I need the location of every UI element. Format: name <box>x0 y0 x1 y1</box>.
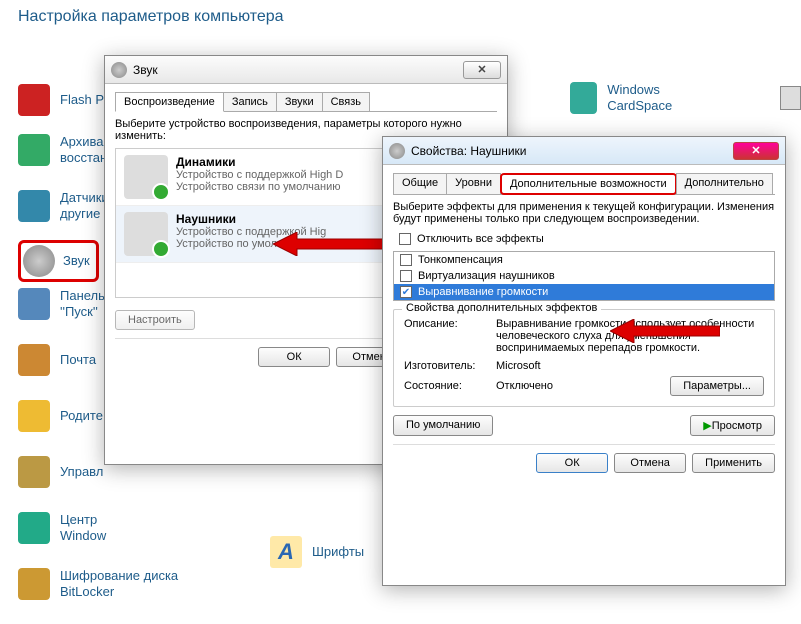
sound-icon <box>23 245 55 277</box>
group-legend: Свойства дополнительных эффектов <box>402 302 601 314</box>
props-apply-button[interactable]: Применить <box>692 453 775 473</box>
cp-flash[interactable]: Flash P <box>60 92 104 108</box>
cp-parental[interactable]: Родите <box>60 408 103 424</box>
flash-icon <box>18 84 50 116</box>
state-text: Отключено <box>496 380 553 392</box>
action-center-icon <box>18 512 50 544</box>
maker-text: Microsoft <box>496 360 541 372</box>
tab-playback[interactable]: Воспроизведение <box>115 92 224 112</box>
cp-cardspace-row[interactable]: Windows CardSpace <box>570 82 801 114</box>
manage-icon <box>18 456 50 488</box>
tab-record[interactable]: Запись <box>223 92 277 111</box>
sound-dialog-title: Звук <box>133 63 158 77</box>
cp-fonts: Шрифты <box>312 544 364 560</box>
maker-label: Изготовитель: <box>404 360 488 372</box>
sensors-icon <box>18 190 50 222</box>
effect-virtualization[interactable]: Виртуализация наушников <box>394 268 774 284</box>
props-cancel-button[interactable]: Отмена <box>614 453 686 473</box>
tab-sounds[interactable]: Звуки <box>276 92 323 111</box>
backup-icon <box>18 134 50 166</box>
cp-manage[interactable]: Управл <box>60 464 103 480</box>
props-icon <box>389 143 405 159</box>
cp-sensors[interactable]: Датчикидругие <box>60 190 109 221</box>
props-default-button[interactable]: По умолчанию <box>393 415 493 436</box>
fonts-icon: A <box>270 536 302 568</box>
tab-levels[interactable]: Уровни <box>446 173 501 194</box>
props-instruction: Выберите эффекты для применения к текуще… <box>393 201 775 225</box>
checkbox-icon <box>399 233 411 245</box>
properties-dialog: Свойства: Наушники ✕ Общие Уровни Дополн… <box>382 136 786 586</box>
cp-backup[interactable]: Архивавосстан <box>60 134 107 165</box>
effect-tone[interactable]: Тонкомпенсация <box>394 252 774 268</box>
props-title: Свойства: Наушники <box>411 144 526 158</box>
cp-sound: Звук <box>63 253 90 269</box>
preview-button[interactable]: ▶Просмотр <box>690 415 775 436</box>
tab-comm[interactable]: Связь <box>322 92 370 111</box>
props-ok-button[interactable]: ОК <box>536 453 608 473</box>
cp-cardspace: Windows CardSpace <box>607 82 710 113</box>
configure-button[interactable]: Настроить <box>115 310 195 330</box>
desc-label: Описание: <box>404 318 488 354</box>
taskbar-icon <box>18 288 50 320</box>
cp-sound-row[interactable]: Звук <box>18 240 99 282</box>
effects-list[interactable]: Тонкомпенсация Виртуализация наушников ✔… <box>393 251 775 301</box>
arrow-to-headphones <box>273 232 383 256</box>
sound-ok-button[interactable]: ОК <box>258 347 330 367</box>
cardspace-icon <box>570 82 597 114</box>
disable-all-effects[interactable]: Отключить все эффекты <box>393 231 775 247</box>
page-title: Настройка параметров компьютера <box>18 8 284 26</box>
bitlocker-icon <box>18 568 50 600</box>
restore-icon <box>780 86 801 110</box>
sound-close-button[interactable]: ✕ <box>463 61 501 79</box>
parameters-button[interactable]: Параметры... <box>670 376 764 396</box>
tab-general[interactable]: Общие <box>393 173 447 194</box>
arrow-to-loudness <box>610 319 720 343</box>
sound-tabs: Воспроизведение Запись Звуки Связь <box>115 92 497 112</box>
props-tabs: Общие Уровни Дополнительные возможности … <box>393 173 775 195</box>
props-close-button[interactable]: ✕ <box>733 142 779 160</box>
cp-bitlocker[interactable]: Шифрование дискаBitLocker <box>60 568 178 599</box>
parental-icon <box>18 400 50 432</box>
cp-mail[interactable]: Почта <box>60 352 96 368</box>
tab-enhancements[interactable]: Дополнительные возможности <box>500 173 677 195</box>
effect-loudness-eq[interactable]: ✔Выравнивание громкости <box>394 284 774 300</box>
mail-icon <box>18 344 50 376</box>
state-label: Состояние: <box>404 380 488 392</box>
cp-fonts-row[interactable]: A Шрифты <box>270 536 364 568</box>
speakers-icon <box>124 155 168 199</box>
cp-health[interactable]: ЦентрWindow <box>60 512 106 543</box>
cp-taskbar[interactable]: Панель''Пуск'' <box>60 288 105 319</box>
sound-dialog-icon <box>111 62 127 78</box>
tab-advanced[interactable]: Дополнительно <box>676 173 773 194</box>
headphones-icon <box>124 212 168 256</box>
